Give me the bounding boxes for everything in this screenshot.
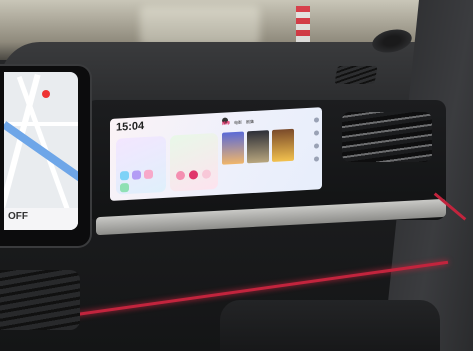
next-icon[interactable] [202,169,211,179]
air-vent[interactable] [342,112,432,162]
app-icon[interactable] [120,170,129,181]
location-marker-icon [42,90,50,98]
tab-recommended[interactable]: 推荐 [222,120,230,126]
media-recommendations: 推荐 电影 剧集 [222,116,302,190]
windshield-glare [140,6,260,46]
movie-poster[interactable] [272,128,294,162]
clock: 15:04 [116,120,145,134]
driver-display: OFF [0,64,92,248]
navigation-map[interactable]: OFF [4,72,78,230]
infotainment-screen[interactable]: 15:04 推荐 电影 剧集 [110,107,322,201]
playback-controls [176,169,211,181]
tab-series[interactable]: 剧集 [246,119,254,125]
volume-icon[interactable] [314,143,319,149]
center-console [220,300,440,351]
weather-card[interactable] [116,135,166,195]
lower-air-vent[interactable] [0,270,80,330]
bluetooth-icon[interactable] [314,130,319,136]
menu-icon[interactable] [314,156,319,162]
previous-icon[interactable] [176,170,185,181]
poster-row [222,128,294,165]
tab-movies[interactable]: 电影 [234,120,242,126]
media-tabs: 推荐 电影 剧集 [222,116,302,126]
app-icon[interactable] [144,169,153,180]
movie-poster[interactable] [222,131,244,165]
app-icon[interactable] [120,182,129,193]
app-shortcuts [120,169,164,193]
music-card[interactable] [170,132,218,192]
map-road [4,73,41,230]
settings-icon[interactable] [314,117,319,123]
movie-poster[interactable] [247,130,269,164]
side-menu [314,117,319,162]
map-status-text: OFF [8,211,28,222]
map-road [4,122,78,126]
car-interior-scene: OFF 15:04 推荐 电影 剧集 [0,0,473,351]
defrost-vent [334,66,378,84]
play-icon[interactable] [189,170,198,180]
app-icon[interactable] [132,170,141,180]
